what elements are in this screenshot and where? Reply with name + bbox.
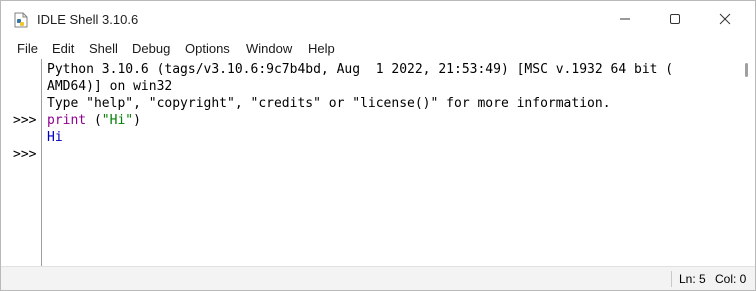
column-number: Col: 0 xyxy=(715,272,747,286)
menu-shell[interactable]: Shell xyxy=(89,41,118,56)
idle-shell-window: IDLE Shell 3.10.6 File Edit Shell Debug … xyxy=(0,0,756,291)
vertical-scrollbar[interactable] xyxy=(739,59,755,266)
maximize-button[interactable] xyxy=(651,1,699,37)
output-line: Python 3.10.6 (tags/v3.10.6:9c7b4bd, Aug… xyxy=(47,62,674,77)
menu-help[interactable]: Help xyxy=(308,41,335,56)
shell-prompt: >>> xyxy=(13,113,37,128)
shell-prompt: >>> xyxy=(13,147,37,162)
minimize-icon xyxy=(619,10,631,29)
maximize-icon xyxy=(669,10,681,29)
menu-file[interactable]: File xyxy=(17,41,38,56)
paren-token: ( xyxy=(93,113,102,128)
output-line: AMD64)] on win32 xyxy=(47,79,173,94)
python-feather-icon xyxy=(13,12,29,28)
keyword-token: print xyxy=(47,113,87,128)
title-bar[interactable]: IDLE Shell 3.10.6 xyxy=(1,1,755,37)
menu-edit[interactable]: Edit xyxy=(52,41,74,56)
scrollbar-thumb[interactable] xyxy=(745,63,748,77)
close-button[interactable] xyxy=(701,1,749,37)
menu-debug[interactable]: Debug xyxy=(132,41,170,56)
menu-options[interactable]: Options xyxy=(185,41,230,56)
output-line: Type "help", "copyright", "credits" or "… xyxy=(47,96,611,111)
output-line: Hi xyxy=(47,130,63,145)
string-token: "Hi" xyxy=(101,113,134,128)
input-line: print ("Hi") xyxy=(47,112,141,129)
window-title: IDLE Shell 3.10.6 xyxy=(37,12,139,27)
close-icon xyxy=(719,10,731,29)
status-divider xyxy=(671,271,672,287)
shell-text-area[interactable]: Python 3.10.6 (tags/v3.10.6:9c7b4bd, Aug… xyxy=(42,59,739,266)
paren-token: ) xyxy=(133,113,141,128)
prompt-gutter: >>> >>> xyxy=(9,59,42,266)
menu-window[interactable]: Window xyxy=(246,41,292,56)
line-number: Ln: 5 xyxy=(679,272,706,286)
menu-bar: File Edit Shell Debug Options Window Hel… xyxy=(1,37,755,59)
minimize-button[interactable] xyxy=(601,1,649,37)
status-bar: Ln: 5 Col: 0 xyxy=(1,266,755,290)
